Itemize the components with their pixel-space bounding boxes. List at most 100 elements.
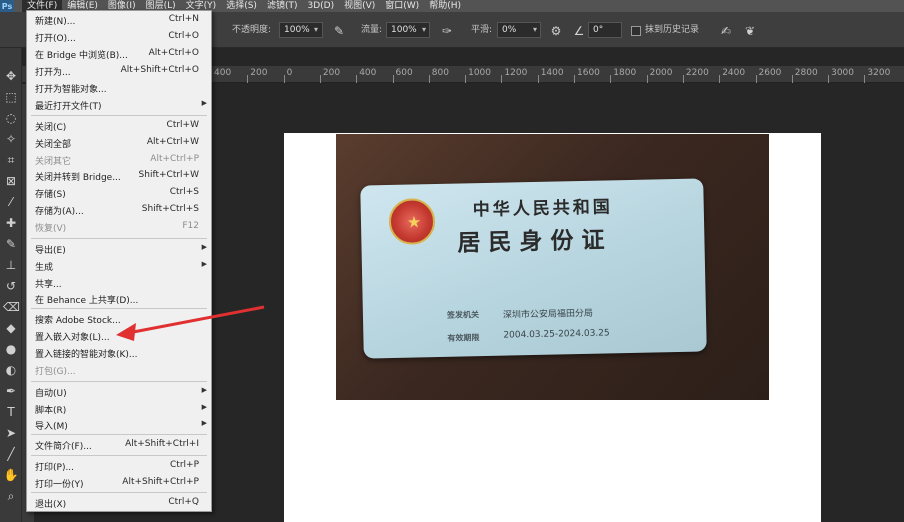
id-card-photo[interactable]: ★ 中华人民共和国 居民身份证 签发机关 深圳市公安局福田分局 有效期限 200… <box>336 134 769 400</box>
chevron-down-icon[interactable]: ▾ <box>314 25 318 34</box>
marquee-tool-icon[interactable]: ⬚ <box>3 89 19 105</box>
menu-separator <box>31 381 207 382</box>
pressure-icon[interactable]: ✎ <box>332 24 346 38</box>
menu-item-share[interactable]: 共享... <box>27 275 211 292</box>
menu-item-revert[interactable]: 恢复(V) F12 <box>27 219 211 236</box>
lasso-tool-icon[interactable]: ◌ <box>3 110 19 126</box>
hand-tool-icon[interactable]: ✋ <box>3 467 19 483</box>
menu-item-save-as[interactable]: 存储为(A)... Shift+Ctrl+S <box>27 202 211 219</box>
brush-settings-icon[interactable]: ✍ <box>719 24 733 38</box>
stamp-tool-icon[interactable]: ⊥ <box>3 257 19 273</box>
menu-item-label: 置入嵌入对象(L)... <box>35 333 110 343</box>
menu-item-import[interactable]: 导入(M) ▶ <box>27 417 211 434</box>
menu-item-label: 新建(N)... <box>35 17 76 27</box>
history-checkbox[interactable] <box>631 26 641 36</box>
angle-input[interactable]: 0° <box>588 22 622 38</box>
menu-item-shortcut: Ctrl+W <box>166 120 199 130</box>
menu-item-label: 导出(E) <box>35 246 66 256</box>
ruler-tick-label: 2600 <box>758 68 782 78</box>
menu-item-label: 存储为(A)... <box>35 207 84 217</box>
butterfly-icon[interactable]: ❦ <box>743 24 757 38</box>
submenu-arrow-icon: ▶ <box>201 260 207 268</box>
quick-select-icon[interactable]: ✧ <box>3 131 19 147</box>
menu-item-print[interactable]: 打印(P)... Ctrl+P <box>27 458 211 475</box>
type-tool-icon[interactable]: T <box>3 404 19 420</box>
zoom-tool-icon[interactable]: ⌕ <box>3 488 19 504</box>
menu-item-shortcut: Shift+Ctrl+W <box>138 170 199 180</box>
frame-tool-icon[interactable]: ⊠ <box>3 173 19 189</box>
airbrush-icon[interactable]: ✑ <box>440 24 454 38</box>
menu-item-scripts[interactable]: 脚本(R) ▶ <box>27 401 211 418</box>
blur-tool-icon[interactable]: ● <box>3 341 19 357</box>
dodge-tool-icon[interactable]: ◐ <box>3 362 19 378</box>
menu-3d[interactable]: 3D(D) <box>302 0 339 12</box>
menu-item-shortcut: Alt+Shift+Ctrl+I <box>125 439 199 449</box>
menu-item-exit[interactable]: 退出(X) Ctrl+Q <box>27 495 211 512</box>
menu-help[interactable]: 帮助(H) <box>424 0 466 12</box>
menu-view[interactable]: 视图(V) <box>339 0 380 12</box>
pen-tool-icon[interactable]: ✒ <box>3 383 19 399</box>
menu-item-automate[interactable]: 自动(U) ▶ <box>27 384 211 401</box>
menu-item-generate[interactable]: 生成 ▶ <box>27 258 211 275</box>
menu-item-open[interactable]: 打开(O)... Ctrl+O <box>27 29 211 46</box>
chevron-down-icon[interactable]: ▾ <box>533 25 537 34</box>
chevron-down-icon[interactable]: ▾ <box>422 25 426 34</box>
menu-select[interactable]: 选择(S) <box>221 0 262 12</box>
menu-item-shortcut: Ctrl+O <box>168 31 199 41</box>
crop-tool-icon[interactable]: ⌗ <box>3 152 19 168</box>
eraser-tool-icon[interactable]: ⌫ <box>3 299 20 315</box>
menu-item-place-embedded[interactable]: 置入嵌入对象(L)... <box>27 328 211 345</box>
ruler-tick <box>392 75 394 83</box>
menu-item-package[interactable]: 打包(G)... <box>27 362 211 379</box>
menu-item-recent-files[interactable]: 最近打开文件(T) ▶ <box>27 97 211 114</box>
ruler-tick-label: 2800 <box>794 68 818 78</box>
menu-item-label: 在 Behance 上共享(D)... <box>35 296 139 306</box>
menu-item-label: 恢复(V) <box>35 224 67 234</box>
menu-item-save[interactable]: 存储(S) Ctrl+S <box>27 185 211 202</box>
menu-item-open-as-smart-object[interactable]: 打开为智能对象... <box>27 80 211 97</box>
gear-icon[interactable]: ⚙ <box>549 24 563 38</box>
menu-item-label: 打印(P)... <box>35 463 75 473</box>
menu-item-label: 打开为智能对象... <box>35 85 107 95</box>
smoothing-label: 平滑: <box>471 25 493 35</box>
card-title-document: 居民身份证 <box>457 226 613 257</box>
ruler-tick <box>791 75 793 83</box>
healing-brush-icon[interactable]: ✚ <box>3 215 19 231</box>
menu-item-place-linked[interactable]: 置入链接的智能对象(K)... <box>27 345 211 362</box>
menu-item-close-all[interactable]: 关闭全部 Alt+Ctrl+W <box>27 135 211 152</box>
brush-tool-icon[interactable]: ✎ <box>3 236 19 252</box>
national-emblem-icon: ★ <box>388 198 436 246</box>
menu-item-label: 退出(X) <box>35 500 67 510</box>
ruler-tick-label: 3000 <box>831 68 854 78</box>
menu-item-shortcut: Ctrl+P <box>170 460 199 470</box>
file-menu: 新建(N)... Ctrl+N 打开(O)... Ctrl+O 在 Bridge 中浏览… <box>26 10 212 512</box>
menu-filter[interactable]: 滤镜(T) <box>262 0 303 12</box>
menu-item-close[interactable]: 关闭(C) Ctrl+W <box>27 118 211 135</box>
history-brush-icon[interactable]: ↺ <box>3 278 19 294</box>
line-tool-icon[interactable]: ╱ <box>3 446 19 462</box>
eyedropper-icon[interactable]: ⁄ <box>3 194 19 210</box>
menu-item-close-others[interactable]: 关闭其它 Alt+Ctrl+P <box>27 152 211 169</box>
menu-item-search-adobe-stock[interactable]: 搜索 Adobe Stock... <box>27 311 211 328</box>
submenu-arrow-icon: ▶ <box>201 419 207 427</box>
menu-item-share-behance[interactable]: 在 Behance 上共享(D)... <box>27 291 211 308</box>
ruler-tick <box>864 75 866 83</box>
menu-item-browse-bridge[interactable]: 在 Bridge 中浏览(B)... Alt+Ctrl+O <box>27 46 211 63</box>
menu-item-file-info[interactable]: 文件简介(F)... Alt+Shift+Ctrl+I <box>27 437 211 454</box>
validity-label: 有效期限 <box>447 333 480 343</box>
menu-item-open-as[interactable]: 打开为... Alt+Shift+Ctrl+O <box>27 63 211 80</box>
menu-separator <box>31 115 207 116</box>
menu-item-export[interactable]: 导出(E) ▶ <box>27 241 211 258</box>
submenu-arrow-icon: ▶ <box>201 403 207 411</box>
menu-item-label: 关闭并转到 Bridge... <box>35 173 121 183</box>
menu-item-label: 搜索 Adobe Stock... <box>35 316 121 326</box>
menu-item-shortcut: Alt+Ctrl+W <box>146 137 199 147</box>
move-tool-icon[interactable]: ✥ <box>3 68 19 84</box>
menu-window[interactable]: 窗口(W) <box>380 0 424 12</box>
menu-item-new[interactable]: 新建(N)... Ctrl+N <box>27 12 211 29</box>
path-select-icon[interactable]: ➤ <box>3 425 19 441</box>
menu-item-close-go-bridge[interactable]: 关闭并转到 Bridge... Shift+Ctrl+W <box>27 168 211 185</box>
menu-item-shortcut: Alt+Shift+Ctrl+P <box>122 477 199 487</box>
menu-item-print-one-copy[interactable]: 打印一份(Y) Alt+Shift+Ctrl+P <box>27 475 211 492</box>
paint-bucket-icon[interactable]: ◆ <box>3 320 19 336</box>
